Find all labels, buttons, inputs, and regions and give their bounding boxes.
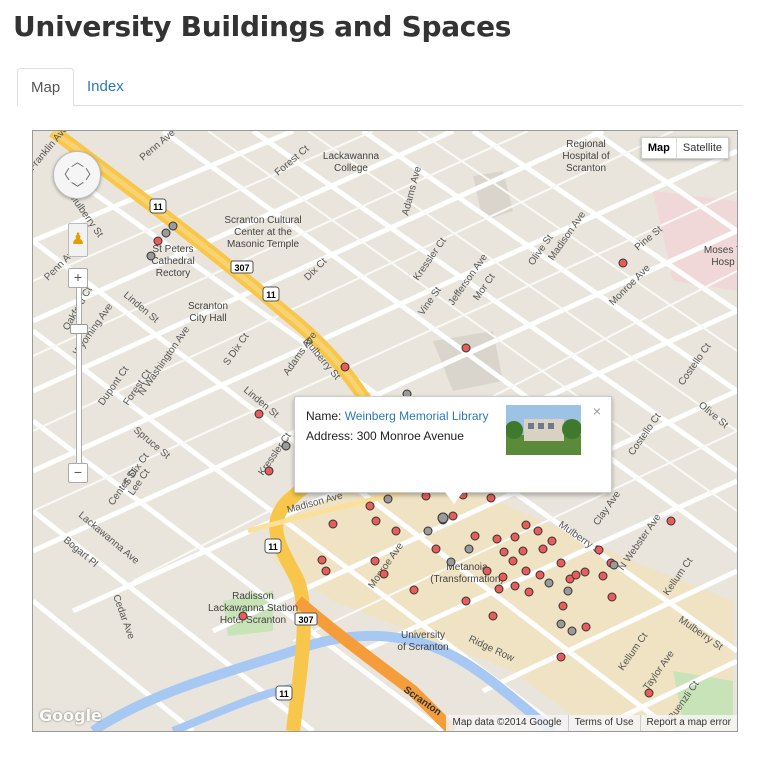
svg-text:Penn Ave: Penn Ave bbox=[138, 131, 178, 163]
svg-text:Rectory: Rectory bbox=[156, 268, 190, 279]
pan-down-icon[interactable]: ﹀ bbox=[71, 182, 84, 195]
svg-text:Linden St: Linden St bbox=[121, 290, 161, 326]
svg-text:307: 307 bbox=[234, 263, 249, 273]
svg-text:Scranton: Scranton bbox=[566, 163, 606, 174]
svg-text:Cathedral: Cathedral bbox=[151, 256, 194, 267]
map-type-control: Map Satellite bbox=[640, 137, 729, 159]
terms-of-use-link[interactable]: Terms of Use bbox=[567, 715, 640, 731]
tab-map[interactable]: Map bbox=[17, 68, 75, 106]
zoom-slider-handle[interactable] bbox=[70, 324, 88, 334]
svg-text:Radisson: Radisson bbox=[232, 591, 274, 602]
tab-bar: Map Index bbox=[17, 68, 743, 106]
zoom-slider-track[interactable] bbox=[76, 273, 82, 470]
info-window-pointer bbox=[445, 492, 463, 504]
svg-text:Costello Ct: Costello Ct bbox=[676, 341, 713, 388]
pan-control[interactable]: ︿ ﹀ 〈 〉 bbox=[53, 151, 101, 199]
address-label: Address: bbox=[306, 429, 354, 443]
svg-text:Scranton Cultural: Scranton Cultural bbox=[224, 215, 301, 226]
svg-text:Lackawanna: Lackawanna bbox=[323, 151, 380, 162]
svg-text:(Transformation): (Transformation) bbox=[430, 574, 504, 585]
svg-text:College: College bbox=[334, 163, 368, 174]
pan-right-icon[interactable]: 〉 bbox=[85, 168, 98, 181]
zoom-in-button[interactable]: + bbox=[68, 268, 88, 288]
svg-text:Bogart Pl: Bogart Pl bbox=[61, 535, 100, 570]
svg-text:Center at the: Center at the bbox=[234, 227, 292, 238]
svg-text:St Peters: St Peters bbox=[152, 244, 193, 255]
pan-up-icon[interactable]: ︿ bbox=[71, 155, 84, 168]
svg-text:11: 11 bbox=[279, 689, 289, 699]
svg-text:City Hall: City Hall bbox=[189, 313, 226, 324]
tab-index[interactable]: Index bbox=[74, 68, 137, 105]
svg-text:Hospital of: Hospital of bbox=[562, 151, 609, 162]
svg-text:307: 307 bbox=[298, 615, 313, 625]
svg-text:Cedar Ave: Cedar Ave bbox=[110, 593, 136, 641]
pegman-icon[interactable]: ♟ bbox=[68, 223, 88, 257]
svg-text:Masonic Temple: Masonic Temple bbox=[227, 239, 300, 250]
svg-text:Kressler Ct: Kressler Ct bbox=[256, 431, 294, 478]
building-thumbnail bbox=[506, 405, 581, 455]
map-attribution: Map data ©2014 Google Terms of Use Repor… bbox=[446, 715, 737, 731]
page-title: University Buildings and Spaces bbox=[13, 10, 512, 43]
svg-text:N Webster Ave: N Webster Ave bbox=[616, 512, 663, 573]
svg-text:of Scranton: of Scranton bbox=[397, 642, 448, 653]
info-window: Name: Weinberg Memorial Library Address:… bbox=[294, 396, 612, 504]
map-canvas[interactable]: Mulberry St Penn Ave Forest Ct Mulberry … bbox=[32, 130, 738, 732]
svg-text:University: University bbox=[401, 630, 445, 641]
map-data-credit: Map data ©2014 Google bbox=[452, 717, 562, 728]
svg-text:Scranton: Scranton bbox=[188, 301, 228, 312]
close-icon[interactable]: × bbox=[593, 403, 601, 419]
svg-text:Kressler Ct: Kressler Ct bbox=[411, 236, 449, 283]
svg-text:Moses T: Moses T bbox=[704, 245, 737, 256]
svg-text:Clay Ave: Clay Ave bbox=[591, 489, 623, 528]
zoom-out-button[interactable]: − bbox=[68, 463, 88, 483]
map-type-map-button[interactable]: Map bbox=[642, 138, 677, 158]
svg-text:Lackawanna Station: Lackawanna Station bbox=[208, 603, 298, 614]
google-logo[interactable]: Google bbox=[39, 706, 102, 725]
report-map-error-link[interactable]: Report a map error bbox=[639, 715, 737, 731]
name-label: Name: bbox=[306, 409, 342, 423]
map-type-satellite-button[interactable]: Satellite bbox=[677, 138, 728, 158]
svg-text:Hosp: Hosp bbox=[711, 257, 735, 268]
svg-text:Hotel Scranton: Hotel Scranton bbox=[220, 615, 286, 626]
address-value: 300 Monroe Avenue bbox=[356, 429, 464, 443]
svg-text:11: 11 bbox=[153, 202, 163, 212]
svg-text:11: 11 bbox=[268, 542, 278, 552]
building-name-link[interactable]: Weinberg Memorial Library bbox=[345, 409, 489, 423]
pan-left-icon[interactable]: 〈 bbox=[57, 168, 70, 181]
svg-text:Regional: Regional bbox=[566, 139, 605, 150]
svg-text:11: 11 bbox=[266, 290, 276, 300]
